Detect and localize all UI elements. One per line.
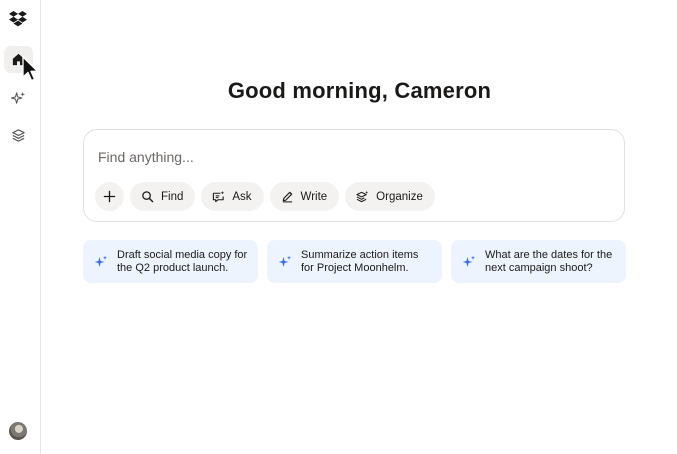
greeting-heading: Good morning, Cameron (227, 78, 492, 103)
organize-button[interactable]: Organize (345, 182, 435, 211)
pencil-icon (282, 191, 292, 203)
suggestion-card[interactable]: What are the dates for the next campaign… (451, 240, 626, 283)
find-button-label: Find (161, 190, 184, 203)
suggestion-text-line: Summarize action items (301, 248, 419, 261)
ai-sparkle-icon (278, 255, 292, 267)
suggestion-text-line: for Project Moonhelm. (301, 261, 409, 274)
write-button-label: Write (300, 190, 328, 203)
suggestion-list: Draft social media copy for the Q2 produ… (83, 240, 626, 283)
ask-button[interactable]: Ask (201, 182, 264, 211)
add-button[interactable] (95, 182, 124, 211)
write-button[interactable]: Write (269, 182, 340, 211)
suggestion-text-line: Draft social media copy for (117, 248, 248, 261)
layers-icon (12, 129, 25, 142)
chat-sparkle-icon (213, 190, 225, 203)
user-avatar[interactable] (9, 422, 27, 440)
mouse-pointer-icon (22, 56, 39, 82)
ai-sparkle-icon (94, 255, 108, 267)
sparkle-icon (11, 91, 26, 104)
layers-sparkle-icon (356, 190, 369, 203)
suggestion-text-line: next campaign shoot? (485, 261, 593, 274)
suggestion-card[interactable]: Summarize action items for Project Moonh… (267, 240, 442, 283)
find-button[interactable]: Find (130, 182, 196, 211)
dropbox-logo-icon[interactable] (9, 11, 27, 27)
composer-action-row: Find Ask Write Organize (95, 182, 435, 211)
suggestion-text-line: What are the dates for the (485, 248, 613, 261)
plus-icon (103, 190, 116, 203)
organize-button-label: Organize (376, 190, 423, 203)
suggestion-card[interactable]: Draft social media copy for the Q2 produ… (83, 240, 258, 283)
ai-sparkle-icon (462, 255, 476, 267)
rail-stacks-button[interactable] (4, 122, 33, 149)
suggestion-text-line: the Q2 product launch. (117, 261, 229, 274)
search-composer[interactable]: Find anything... Find Ask Write Organize (83, 129, 625, 222)
rail-ai-button[interactable] (4, 85, 33, 112)
search-icon (142, 191, 154, 203)
ask-button-label: Ask (232, 190, 252, 203)
search-input[interactable]: Find anything... (98, 149, 194, 165)
